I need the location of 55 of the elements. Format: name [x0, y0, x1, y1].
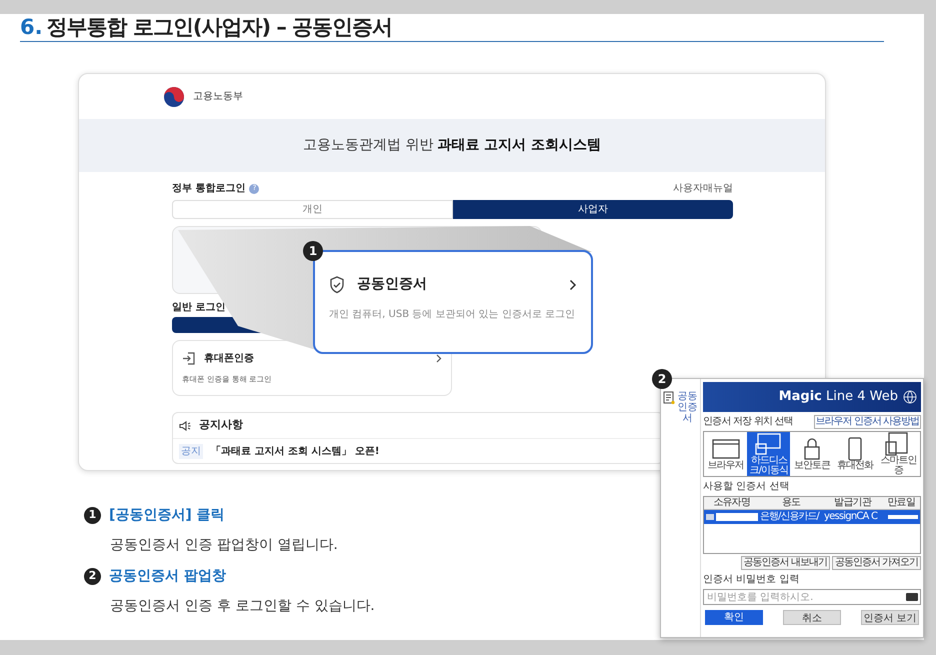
- tool-button[interactable]: 공동인증서 내보내기: [740, 556, 830, 570]
- step-description: 공동인증서 인증 후 로그인할 수 있습니다.: [110, 597, 375, 616]
- help-button[interactable]: 브라우저 인증서 사용방법: [814, 414, 921, 428]
- side-label: 공동 인증서: [676, 391, 698, 424]
- callout-description: 개인 컴퓨터, USB 등에 보관되어 있는 인증서로 로그인: [329, 308, 576, 322]
- certificate-icon: [706, 514, 714, 520]
- card-title: 휴대폰인증: [204, 352, 254, 366]
- table-cell-text: 은행/신용카드/: [760, 511, 820, 523]
- redacted-date: [888, 515, 918, 519]
- notice-tag: 공지: [179, 444, 203, 458]
- section-number: 6.: [20, 14, 43, 40]
- step-description: 공동인증서 인증 팝업창이 열립니다.: [110, 536, 338, 555]
- field-label: 사용할 인증서 선택: [703, 480, 790, 494]
- column-header: 용도: [780, 497, 802, 509]
- notice-link[interactable]: 「과태료 고지서 조회 시스템」 오픈!: [211, 444, 380, 458]
- chevron-right-icon: [569, 278, 577, 290]
- step-title: 공동인증서 팝업창: [109, 567, 226, 586]
- dialog-button[interactable]: 취소: [783, 610, 841, 625]
- brand-name: Magic Line 4 Web: [778, 388, 898, 406]
- login-tab[interactable]: 사업자: [452, 200, 733, 219]
- document-icon: [662, 391, 674, 405]
- banner-prefix: 고용노동관계법 위반: [302, 136, 434, 155]
- redacted-owner: [716, 513, 758, 521]
- section-title: 정부통합 로그인(사업자) – 공동인증서: [46, 14, 392, 40]
- shield-check-icon: [329, 276, 345, 294]
- browser-window-icon: [710, 437, 741, 461]
- step-title: [공동인증서] 클릭: [109, 506, 225, 525]
- password-field[interactable]: 비밀번호를 입력하시오.: [703, 589, 921, 605]
- logo-icon: [163, 86, 185, 108]
- notice-title: 공지사항: [199, 417, 243, 434]
- login-tab[interactable]: 개인: [172, 200, 452, 219]
- table-cell-text: yessignCA C: [824, 511, 878, 523]
- column-header: 만료일: [886, 497, 916, 509]
- section-label: 일반 로그인: [172, 301, 226, 315]
- certificate-row[interactable]: 은행/신용카드/ yessignCA C: [704, 510, 920, 524]
- field-label: 인증서 비밀번호 입력: [703, 573, 800, 587]
- tool-button[interactable]: 공동인증서 가져오기: [832, 556, 921, 570]
- field-label: 인증서 저장 위치 선택: [703, 415, 793, 429]
- step-number-badge: 1: [84, 507, 101, 524]
- dialog-button[interactable]: 인증서 보기: [861, 610, 919, 625]
- login-arrow-icon: [182, 352, 196, 365]
- chevron-right-icon: [436, 354, 442, 363]
- section-label: 정부 통합로그인: [172, 182, 246, 196]
- callout-title: 공동인증서: [357, 275, 427, 294]
- storage-option[interactable]: 하드디스크/이동식: [747, 432, 790, 476]
- megaphone-icon: [179, 420, 191, 430]
- step-number-badge: 2: [84, 568, 101, 585]
- logo-text: 고용노동부: [193, 90, 243, 104]
- keyboard-icon: [906, 593, 918, 601]
- column-header: 소유자명: [712, 497, 752, 509]
- banner-title: 과태료 고지서 조회시스템: [437, 136, 602, 155]
- dialog-button[interactable]: 확인: [705, 610, 763, 625]
- globe-icon: [903, 390, 917, 404]
- column-header: 발급기관: [833, 497, 873, 509]
- manual-link[interactable]: 사용자매뉴얼: [673, 181, 733, 196]
